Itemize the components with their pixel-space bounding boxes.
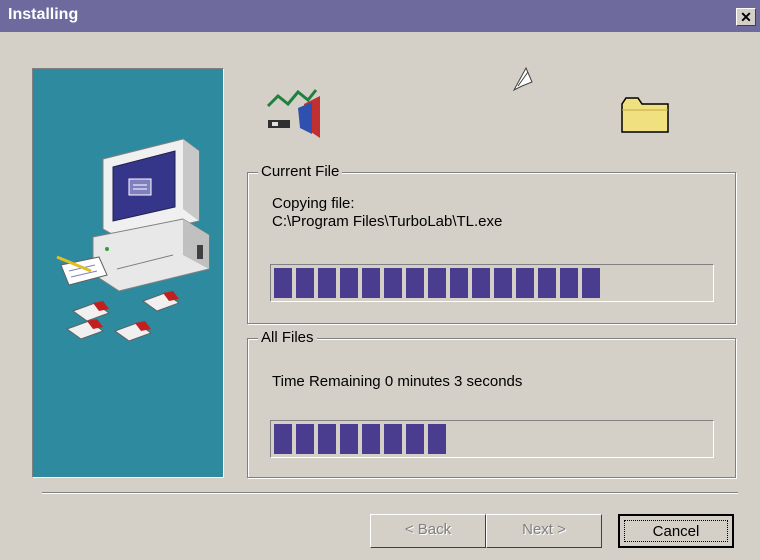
current-file-progress-fill [274,268,601,298]
title-bar: Installing ✕ [0,0,760,32]
folder-icon [621,97,669,133]
close-icon: ✕ [740,9,752,25]
next-button-label: Next > [522,521,566,538]
window-title: Installing [8,6,79,23]
cancel-button[interactable]: Cancel [618,514,734,548]
all-files-group: All Files Time Remaining 0 minutes 3 sec… [247,329,736,478]
current-file-group: Current File Copying file: C:\Program Fi… [247,163,736,324]
current-file-label: Current File [258,163,343,180]
all-files-progress-fill [274,424,448,454]
side-panel [32,68,224,478]
cancel-button-label: Cancel [652,523,700,540]
computer-disks-illustration [56,138,210,342]
file-path-text: C:\Program Files\TurboLab\TL.exe [272,213,503,230]
flying-paper-icon [512,66,533,92]
current-file-progress-bar [270,264,714,302]
turbolab-app-icon [266,89,320,138]
copying-file-text: Copying file: [272,195,355,212]
close-button[interactable]: ✕ [736,8,756,26]
next-button[interactable]: Next > [486,514,602,548]
all-files-progress-bar [270,420,714,458]
back-button-label: < Back [404,521,452,538]
back-button[interactable]: < Back [370,514,486,548]
time-remaining-text: Time Remaining 0 minutes 3 seconds [272,373,523,390]
all-files-label: All Files [258,329,317,346]
separator [42,492,738,494]
